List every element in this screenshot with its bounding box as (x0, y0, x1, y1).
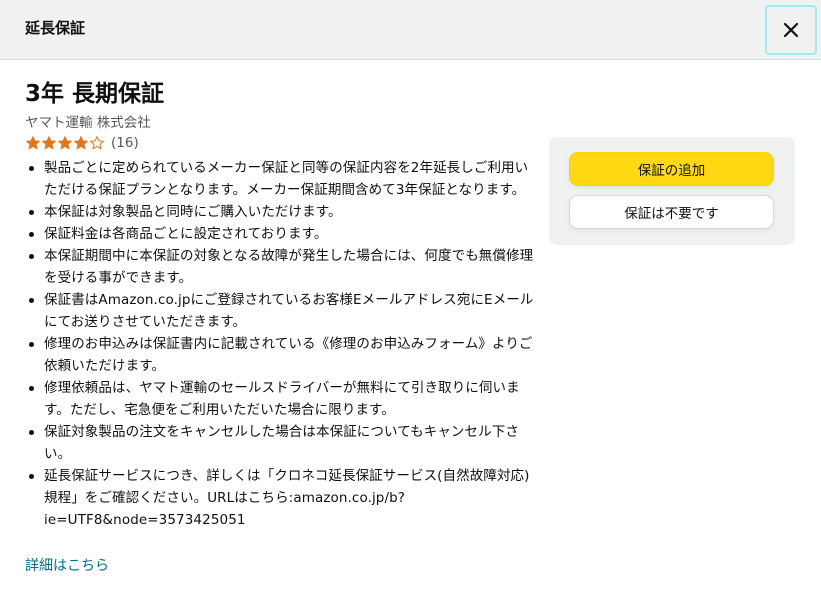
star-filled-icon (58, 136, 72, 150)
warranty-term-item: 保証書はAmazon.co.jpにご登録されているお客様Eメールアドレス宛にEメ… (25, 289, 535, 333)
decline-warranty-button[interactable]: 保証は不要です (569, 195, 774, 229)
warranty-term-item: 本保証は対象製品と同時にご購入いただけます。 (25, 201, 535, 223)
rating-row[interactable]: (16) (25, 133, 535, 153)
star-empty-icon (90, 136, 104, 150)
star-filled-icon (42, 136, 56, 150)
review-count[interactable]: (16) (111, 135, 139, 151)
close-button[interactable] (765, 5, 817, 55)
action-panel: 保証の追加 保証は不要です (549, 137, 795, 245)
warranty-details: 3年 長期保証 ヤマト運輸 株式会社 (16) 製品ごとに定められているメーカー… (25, 78, 535, 531)
warranty-term-item: 修理のお申込みは保証書内に記載されている《修理のお申込みフォーム》よりご依頼いた… (25, 333, 535, 377)
details-link[interactable]: 詳細はこちら (25, 555, 109, 575)
star-filled-icon (74, 136, 88, 150)
star-rating[interactable] (25, 135, 105, 151)
warranty-term-item: 保証料金は各商品ごとに設定されております。 (25, 223, 535, 245)
warranty-term-item: 製品ごとに定められているメーカー保証と同等の保証内容を2年延長しご利用いただける… (25, 157, 535, 201)
warranty-term-item: 延長保証サービスにつき、詳しくは「クロネコ延長保証サービス(自然故障対応)規程」… (25, 465, 535, 531)
modal-title: 延長保証 (25, 19, 86, 37)
warranty-term-item: 本保証期間中に本保証の対象となる故障が発生した場合には、何度でも無償修理を受ける… (25, 245, 535, 289)
warranty-terms-list: 製品ごとに定められているメーカー保証と同等の保証内容を2年延長しご利用いただける… (25, 157, 535, 531)
product-title: 3年 長期保証 (25, 81, 165, 107)
close-icon (783, 22, 799, 38)
modal-header: 延長保証 (0, 0, 821, 60)
warranty-term-item: 修理依頼品は、ヤマト運輸のセールスドライバーが無料にて引き取りに伺います。ただし… (25, 377, 535, 421)
warranty-term-item: 保証対象製品の注文をキャンセルした場合は本保証についてもキャンセル下さい。 (25, 421, 535, 465)
star-filled-icon (26, 136, 40, 150)
seller-name: ヤマト運輸 株式会社 (25, 115, 151, 131)
add-warranty-button[interactable]: 保証の追加 (569, 152, 774, 186)
